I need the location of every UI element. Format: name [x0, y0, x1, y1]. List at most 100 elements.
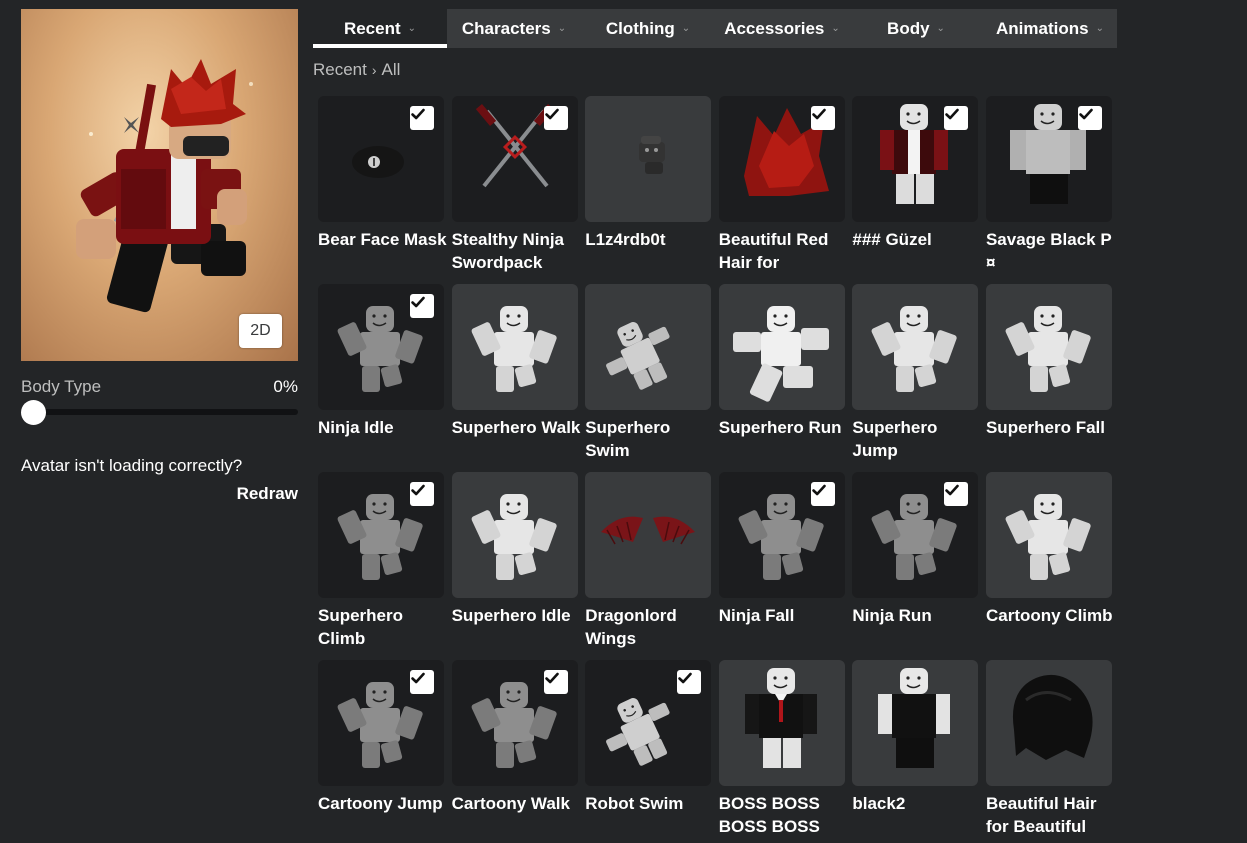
item-name[interactable]: Superhero Walk [452, 416, 582, 439]
item-card[interactable]: Beautiful Red Hair for [718, 96, 845, 272]
item-name[interactable]: Ninja Idle [318, 416, 448, 439]
item-thumbnail[interactable] [318, 284, 444, 410]
item-name[interactable]: Superhero Climb [318, 604, 448, 650]
item-name[interactable]: ### Güzel [852, 228, 982, 251]
item-card[interactable]: Beautiful Hair for Beautiful [985, 660, 1112, 836]
item-card[interactable]: Ninja Fall [718, 472, 845, 625]
item-thumbnail[interactable] [451, 660, 578, 786]
body-type-slider-thumb[interactable] [21, 400, 46, 425]
item-card[interactable]: Stealthy Ninja Swordpack [451, 96, 578, 272]
item-name[interactable]: Savage Black P ¤ [986, 228, 1116, 274]
item-thumbnail[interactable] [585, 660, 712, 786]
item-card[interactable]: Superhero Fall [985, 284, 1112, 437]
checkmark-icon[interactable] [810, 106, 835, 130]
item-card[interactable]: Ninja Idle [318, 284, 444, 437]
item-thumbnail[interactable] [451, 284, 578, 410]
item-card[interactable]: Cartoony Climb [985, 472, 1113, 625]
item-card[interactable]: Superhero Jump [852, 284, 979, 460]
item-card[interactable]: black2 [852, 660, 979, 813]
item-card[interactable]: Superhero Climb [318, 472, 444, 648]
item-thumbnail[interactable] [585, 96, 712, 222]
item-name[interactable]: Superhero Jump [852, 416, 982, 462]
item-thumbnail[interactable] [718, 472, 845, 598]
item-card[interactable]: Superhero Run [718, 284, 845, 437]
tab-animations[interactable]: Animations ⌄ [983, 9, 1117, 48]
item-thumbnail-image [1005, 494, 1091, 580]
item-thumbnail[interactable] [852, 96, 979, 222]
checkmark-icon[interactable] [944, 106, 969, 130]
item-name[interactable]: Ninja Run [852, 604, 982, 627]
item-card[interactable]: Savage Black P ¤ [985, 96, 1112, 272]
item-name[interactable]: Cartoony Jump [318, 792, 448, 815]
checkmark-icon[interactable] [1077, 106, 1102, 130]
checkmark-icon[interactable] [677, 670, 702, 694]
item-thumbnail[interactable] [852, 660, 979, 786]
item-card[interactable]: Robot Swim [585, 660, 712, 813]
item-thumbnail[interactable] [585, 284, 712, 410]
item-name[interactable]: Superhero Run [719, 416, 849, 439]
item-thumbnail[interactable] [451, 472, 578, 598]
item-thumbnail[interactable] [318, 96, 444, 222]
item-name[interactable]: Beautiful Red Hair for [719, 228, 849, 274]
item-card[interactable]: Bear Face Mask [318, 96, 447, 249]
item-name[interactable]: Robot Swim [585, 792, 715, 815]
item-name[interactable]: Beautiful Hair for Beautiful [986, 792, 1116, 838]
item-name[interactable]: Stealthy Ninja Swordpack [452, 228, 582, 274]
item-name[interactable]: L1z4rdb0t [585, 228, 715, 251]
item-thumbnail[interactable] [318, 472, 444, 598]
item-name[interactable]: Cartoony Walk [452, 792, 582, 815]
checkmark-icon[interactable] [543, 106, 568, 130]
item-card[interactable]: ### Güzel [852, 96, 979, 249]
item-card[interactable]: L1z4rdb0t [585, 96, 712, 249]
body-type-slider-track[interactable] [21, 409, 298, 415]
item-card[interactable]: Cartoony Walk [451, 660, 578, 813]
checkmark-icon[interactable] [410, 670, 434, 694]
item-name[interactable]: Ninja Fall [719, 604, 849, 627]
tab-accessories[interactable]: Accessories ⌄ [715, 9, 849, 48]
item-card[interactable]: BOSS BOSS BOSS BOSS [718, 660, 845, 836]
checkmark-icon[interactable] [944, 482, 969, 506]
item-thumbnail[interactable] [852, 472, 979, 598]
checkmark-icon[interactable] [543, 670, 568, 694]
item-card[interactable]: Superhero Swim [585, 284, 712, 460]
item-card[interactable]: Superhero Idle [451, 472, 578, 625]
item-thumbnail[interactable] [718, 96, 845, 222]
tab-clothing[interactable]: Clothing ⌄ [581, 9, 715, 48]
item-thumbnail-image [471, 306, 557, 392]
item-thumbnail[interactable] [852, 284, 979, 410]
item-thumbnail[interactable] [985, 660, 1112, 786]
item-thumbnail[interactable] [985, 284, 1112, 410]
item-name[interactable]: BOSS BOSS BOSS BOSS [719, 792, 849, 838]
item-name[interactable]: Bear Face Mask [318, 228, 448, 251]
item-name[interactable]: Superhero Fall [986, 416, 1116, 439]
tab-label: Body [887, 18, 930, 38]
item-card[interactable]: Cartoony Jump [318, 660, 444, 813]
checkmark-icon[interactable] [810, 482, 835, 506]
tab-body[interactable]: Body ⌄ [849, 9, 983, 48]
toggle-2d-button[interactable]: 2D [239, 314, 282, 348]
avatar-preview[interactable]: 2D [21, 9, 298, 361]
item-name[interactable]: Dragonlord Wings [585, 604, 715, 650]
category-tabs: Recent ⌄ Characters ⌄ Clothing ⌄ Accessories ⌄ B… [313, 9, 1117, 48]
breadcrumb-parent[interactable]: Recent [313, 60, 367, 80]
item-thumbnail[interactable] [585, 472, 712, 598]
tab-recent[interactable]: Recent ⌄ [313, 9, 447, 48]
item-thumbnail[interactable] [985, 96, 1112, 222]
item-name[interactable]: Cartoony Climb [986, 604, 1116, 627]
item-card[interactable]: Superhero Walk [451, 284, 580, 437]
item-thumbnail[interactable] [718, 284, 845, 410]
checkmark-icon[interactable] [410, 294, 434, 318]
checkmark-icon[interactable] [410, 482, 434, 506]
item-name[interactable]: Superhero Swim [585, 416, 715, 462]
redraw-link[interactable]: Redraw [237, 484, 298, 504]
item-card[interactable]: Dragonlord Wings [585, 472, 712, 648]
item-thumbnail[interactable] [718, 660, 845, 786]
item-thumbnail[interactable] [985, 472, 1112, 598]
item-thumbnail[interactable] [451, 96, 578, 222]
item-name[interactable]: Superhero Idle [452, 604, 582, 627]
item-card[interactable]: Ninja Run [852, 472, 979, 625]
tab-characters[interactable]: Characters ⌄ [447, 9, 581, 48]
item-name[interactable]: black2 [852, 792, 982, 815]
checkmark-icon[interactable] [410, 106, 434, 130]
item-thumbnail[interactable] [318, 660, 444, 786]
